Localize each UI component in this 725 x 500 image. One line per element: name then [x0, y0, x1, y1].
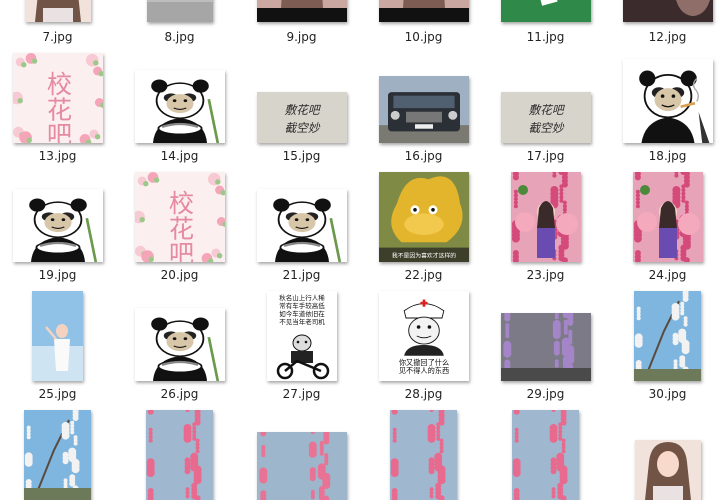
file-thumbnail[interactable] — [512, 410, 579, 500]
file-item[interactable] — [366, 0, 481, 500]
file-item[interactable] — [122, 0, 237, 500]
file-thumbnail[interactable] — [390, 410, 457, 500]
file-item[interactable] — [244, 0, 359, 500]
file-item[interactable] — [488, 0, 603, 500]
file-item[interactable] — [0, 0, 115, 500]
file-item[interactable] — [610, 0, 725, 500]
file-thumbnail[interactable] — [257, 432, 347, 500]
thumbnail-grid: 7.jpg 8.jpg 9.jpg 10.jpg 11.jpg 12.jpg 校花吧 13.j… — [0, 0, 725, 500]
file-thumbnail[interactable] — [635, 440, 701, 500]
file-thumbnail[interactable] — [146, 410, 213, 500]
file-thumbnail[interactable] — [24, 410, 91, 500]
